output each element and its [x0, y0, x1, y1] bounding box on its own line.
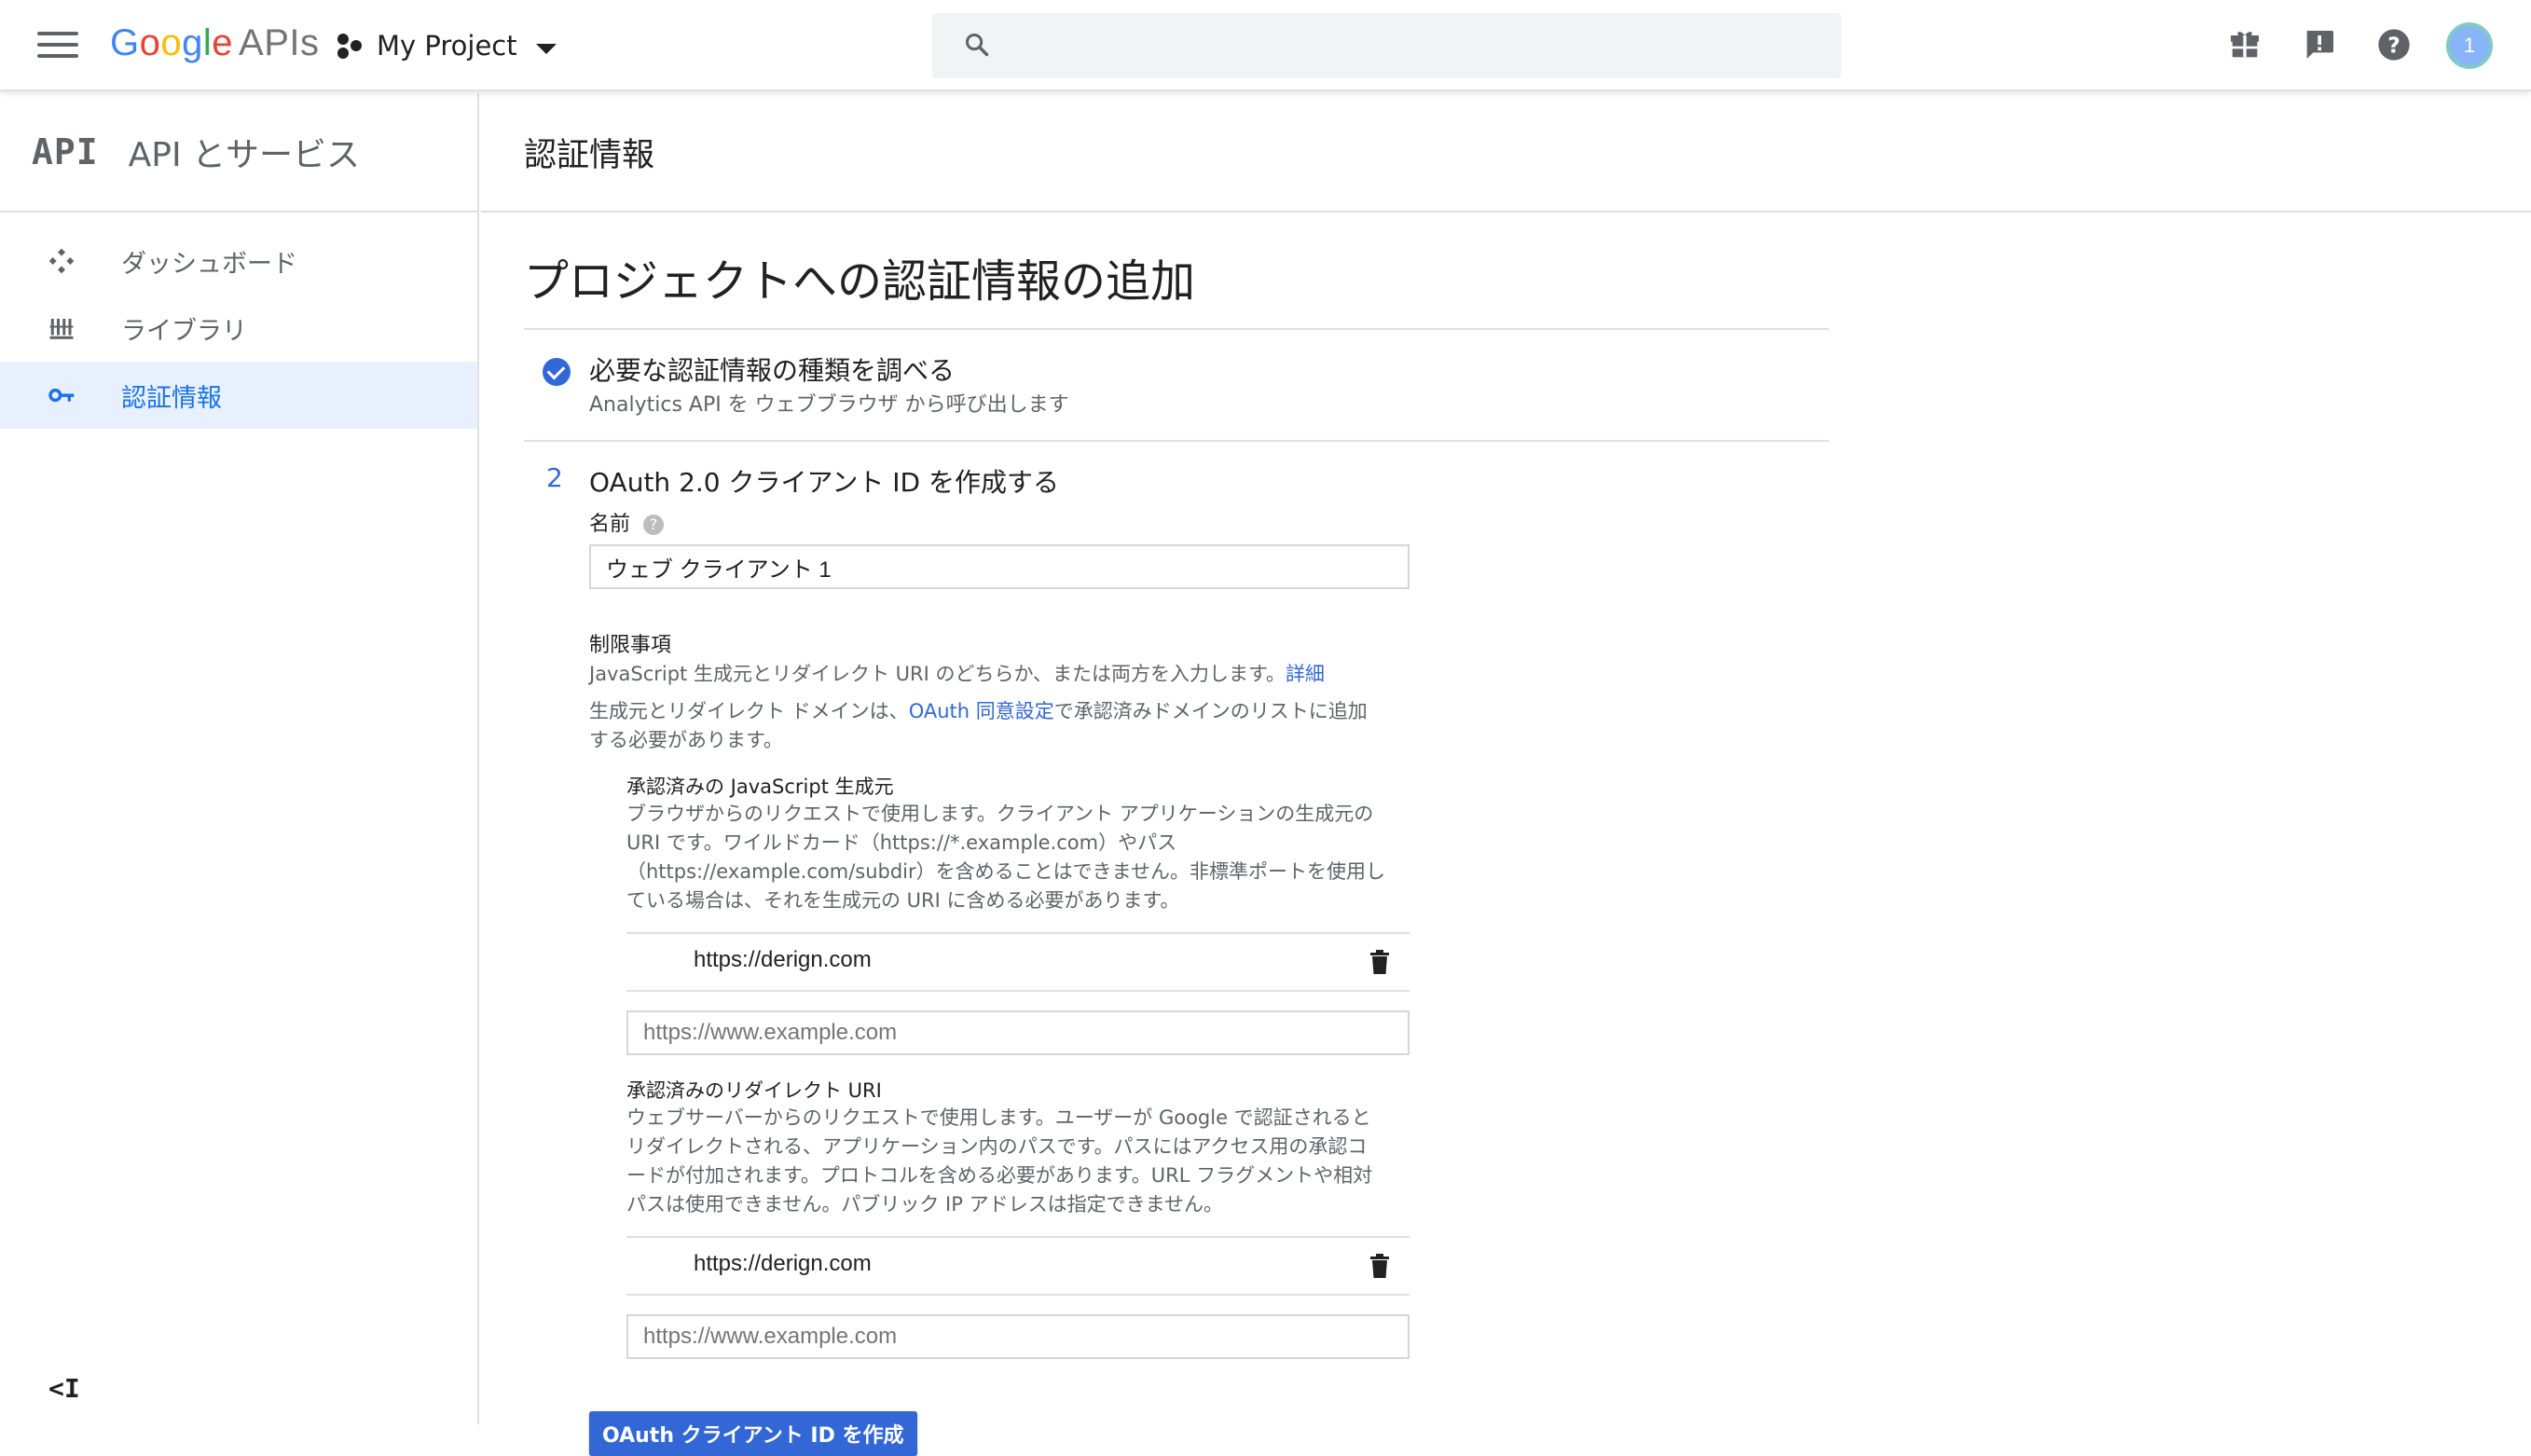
help-circle-icon[interactable]: ?: [643, 515, 665, 535]
sidebar-header: API API とサービス: [0, 93, 477, 213]
search-icon: [965, 33, 989, 57]
redirect-uris-description: ウェブサーバーからのリクエストで使用します。ユーザーが Google で認証され…: [626, 1104, 1447, 1219]
create-oauth-client-button[interactable]: OAuth クライアント ID を作成: [589, 1411, 917, 1456]
trash-icon[interactable]: [1369, 1253, 1391, 1279]
restrictions-text: JavaScript 生成元とリダイレクト URI のどちらか、または両方を入力…: [589, 660, 1325, 689]
js-origins-description: ブラウザからのリクエストで使用します。クライアント アプリケーションの生成元の …: [626, 800, 1447, 915]
js-origins-desc-line: ている場合は、それを生成元の URI に含める必要があります。: [626, 889, 1180, 912]
learn-more-link[interactable]: 詳細: [1286, 663, 1325, 685]
js-origins-desc-line: URI です。ワイルドカード（https://*.example.com）やパス: [626, 831, 1177, 854]
project-name: My Project: [377, 30, 517, 62]
collapse-sidebar-button[interactable]: <I: [48, 1373, 80, 1404]
redirect-desc-line: パスは使用できません。パブリック IP アドレスは指定できません。: [626, 1193, 1223, 1216]
step-2-number: 2: [546, 462, 563, 493]
main-header: 認証情報: [481, 93, 2531, 213]
js-origins-desc-line: ブラウザからのリクエストで使用します。クライアント アプリケーションの生成元の: [626, 803, 1374, 825]
page-title: プロジェクトへの認証情報の追加: [524, 255, 1196, 308]
chevron-down-icon: [535, 43, 557, 54]
redirect-desc-line: ードが付加されます。プロトコルを含める必要があります。URL フラグメントや相対: [626, 1164, 1373, 1187]
name-label-text: 名前: [589, 513, 631, 536]
redirect-uri-entry: https://derign.com: [626, 1236, 1410, 1296]
sidebar-title: API とサービス: [128, 136, 361, 174]
sidebar-item-credentials[interactable]: 認証情報: [0, 362, 477, 429]
name-label: 名前?: [589, 507, 665, 537]
sidebar-item-dashboard[interactable]: ダッシュボード: [0, 227, 477, 295]
step-1-subtitle: Analytics API を ウェブブラウザ から呼び出します: [589, 393, 1069, 417]
js-origin-value: https://derign.com: [694, 947, 872, 972]
svg-text:?: ?: [2387, 32, 2400, 58]
step-1-title: 必要な認証情報の種類を調べる: [589, 355, 956, 386]
help-icon[interactable]: ?: [2375, 26, 2413, 63]
search-bar[interactable]: [932, 13, 1841, 78]
sidebar-item-library[interactable]: ライブラリ: [0, 295, 477, 362]
redirect-uri-value: https://derign.com: [694, 1251, 872, 1276]
trash-icon[interactable]: [1369, 949, 1391, 975]
domain-note-post: で承認済みドメインのリストに追加: [1053, 700, 1368, 722]
domain-note: 生成元とリダイレクト ドメインは、OAuth 同意設定で承認済みドメインのリスト…: [589, 697, 1428, 755]
redirect-desc-line: ウェブサーバーからのリクエストで使用します。ユーザーが Google で認証され…: [626, 1106, 1371, 1129]
api-logo: API: [32, 131, 99, 172]
domain-note-post-2: する必要があります。: [589, 729, 783, 751]
js-origin-entry: https://derign.com: [626, 932, 1410, 992]
feedback-icon[interactable]: [2301, 26, 2338, 63]
credentials-form: プロジェクトへの認証情報の追加 必要な認証情報の種類を調べる Analytics…: [524, 213, 1829, 1456]
sidebar-nav: ダッシュボード ライブラリ 認証情報: [0, 227, 477, 429]
project-selector[interactable]: My Project: [336, 30, 557, 62]
client-name-input[interactable]: [589, 544, 1410, 589]
redirect-uris-label: 承認済みのリダイレクト URI: [626, 1079, 882, 1102]
logo-apis: APIs: [239, 22, 320, 63]
dashboard-icon: [43, 242, 80, 280]
sidebar-item-label: ダッシュボード: [121, 249, 297, 279]
oauth-consent-link[interactable]: OAuth 同意設定: [909, 700, 1054, 722]
check-circle-icon: [543, 358, 571, 386]
sidebar-item-label: 認証情報: [121, 383, 222, 413]
restrictions-label: 制限事項: [589, 634, 672, 657]
key-icon: [43, 377, 80, 414]
google-apis-logo[interactable]: Google APIs: [110, 22, 320, 64]
js-origins-desc-line: （https://example.com/subdir）を含めることはできません…: [626, 860, 1386, 883]
redirect-uri-input[interactable]: [626, 1314, 1410, 1359]
gift-icon[interactable]: [2226, 26, 2263, 63]
project-icon: [336, 32, 364, 60]
top-app-bar: Google APIs My Project ? 1: [0, 0, 2531, 91]
search-input[interactable]: [1016, 24, 1818, 67]
domain-note-pre: 生成元とリダイレクト ドメインは、: [589, 700, 909, 722]
divider: [524, 440, 1829, 442]
restrictions-description: JavaScript 生成元とリダイレクト URI のどちらか、または両方を入力…: [589, 663, 1286, 685]
step-1[interactable]: 必要な認証情報の種類を調べる Analytics API を ウェブブラウザ か…: [524, 330, 1829, 440]
main-content: 認証情報 プロジェクトへの認証情報の追加 必要な認証情報の種類を調べる Anal…: [481, 93, 2531, 1456]
header-title: 認証情報: [524, 136, 655, 174]
step-2-title: OAuth 2.0 クライアント ID を作成する: [589, 467, 1060, 498]
library-icon: [43, 309, 80, 347]
logo-google: Google: [110, 22, 234, 63]
sidebar: API API とサービス ダッシュボード ライブラリ 認証情報 <I: [0, 93, 479, 1424]
redirect-desc-line: リダイレクトされる、アプリケーション内のパスです。パスにはアクセス用の承認コ: [626, 1135, 1368, 1158]
sidebar-item-label: ライブラリ: [121, 316, 247, 346]
js-origins-label: 承認済みの JavaScript 生成元: [626, 776, 894, 798]
js-origin-input[interactable]: [626, 1010, 1410, 1055]
avatar[interactable]: 1: [2446, 22, 2493, 69]
menu-icon[interactable]: [37, 26, 78, 63]
